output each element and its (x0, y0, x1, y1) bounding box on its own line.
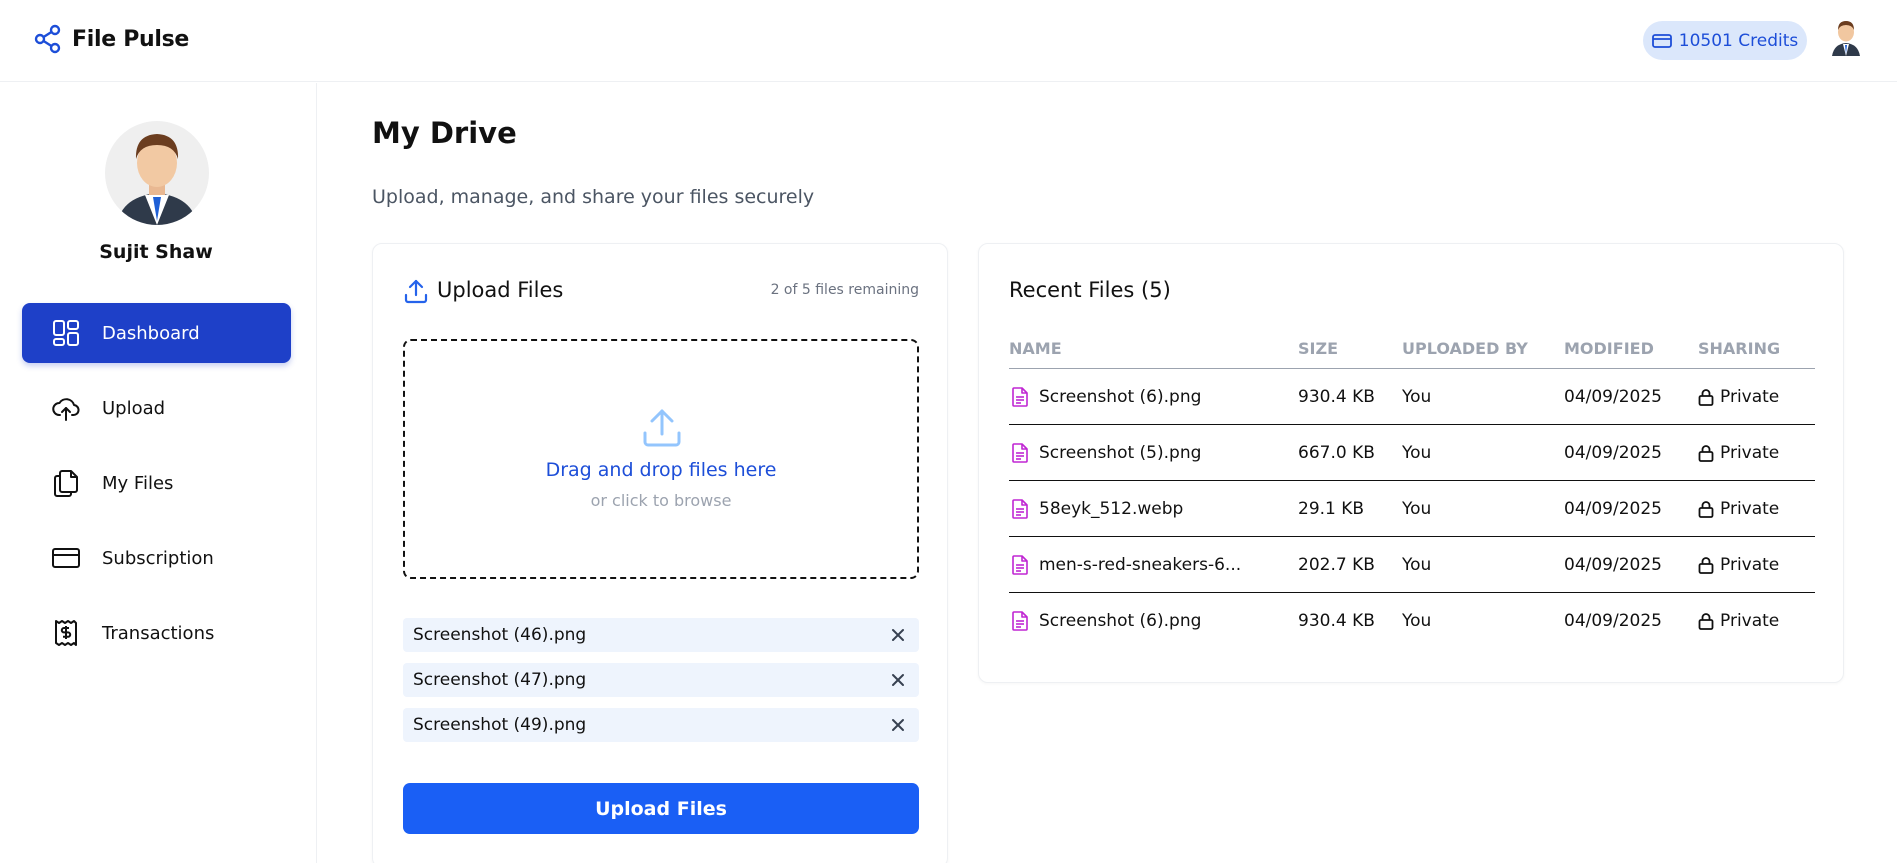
file-icon (1012, 499, 1028, 519)
upload-title: Upload Files (437, 278, 564, 302)
file-icon (1012, 555, 1028, 575)
files-icon (54, 470, 78, 497)
file-uploaded-by: You (1402, 555, 1432, 575)
profile-name: Sujit Shaw (99, 241, 213, 263)
page-title: My Drive (372, 116, 517, 150)
column-header-size[interactable]: Size (1298, 339, 1338, 358)
lock-icon (1698, 613, 1714, 630)
table-row[interactable]: men-s-red-sneakers-6... 202.7 KB You 04/… (1009, 537, 1815, 593)
pending-file-name: Screenshot (46).png (413, 625, 587, 645)
sidebar-item-label: Transactions (102, 622, 215, 644)
lock-icon (1698, 445, 1714, 462)
file-uploaded-by: You (1402, 611, 1432, 631)
sidebar-item-label: Upload (102, 397, 166, 419)
file-modified: 04/09/2025 (1564, 611, 1662, 631)
top-header: File Pulse 10501 Credits (0, 0, 1897, 82)
file-size: 930.4 KB (1298, 611, 1375, 631)
cloud-upload-icon (52, 398, 80, 421)
file-sharing[interactable]: Private (1720, 611, 1779, 631)
credit-card-icon (1651, 33, 1672, 48)
pending-file-name: Screenshot (47).png (413, 670, 587, 690)
file-name[interactable]: men-s-red-sneakers-6... (1039, 555, 1241, 575)
table-row[interactable]: Screenshot (6).png 930.4 KB You 04/09/20… (1009, 593, 1815, 649)
sidebar-item-label: My Files (102, 472, 174, 494)
pending-file: Screenshot (47).png (403, 663, 919, 697)
close-icon[interactable] (889, 671, 907, 689)
table-header: Name Size Uploaded By Modified Sharing (1009, 329, 1815, 369)
file-icon (1012, 387, 1028, 407)
file-uploaded-by: You (1402, 443, 1432, 463)
file-size: 930.4 KB (1298, 387, 1375, 407)
recent-files-table: Name Size Uploaded By Modified Sharing S… (1009, 329, 1815, 649)
sidebar-item-transactions[interactable]: Transactions (22, 603, 291, 663)
credit-card-icon (52, 548, 80, 568)
file-modified: 04/09/2025 (1564, 499, 1662, 519)
file-modified: 04/09/2025 (1564, 387, 1662, 407)
dropzone-hint: or click to browse (590, 491, 732, 510)
dashboard-icon (53, 320, 79, 346)
table-row[interactable]: 58eyk_512.webp 29.1 KB You 04/09/2025 Pr… (1009, 481, 1815, 537)
share-icon (34, 24, 61, 54)
close-icon[interactable] (889, 626, 907, 644)
app-name: File Pulse (72, 26, 190, 52)
pending-file: Screenshot (49).png (403, 708, 919, 742)
file-sharing[interactable]: Private (1720, 555, 1779, 575)
upload-icon (643, 409, 681, 447)
sidebar-item-subscription[interactable]: Subscription (22, 528, 291, 588)
file-sharing[interactable]: Private (1720, 387, 1779, 407)
upload-card: Upload Files 2 of 5 files remaining Drag… (372, 243, 948, 863)
lock-icon (1698, 557, 1714, 574)
receipt-icon (55, 620, 77, 646)
sidebar-item-dashboard[interactable]: Dashboard (22, 303, 291, 363)
sidebar-item-upload[interactable]: Upload (22, 378, 291, 438)
sidebar: Sujit Shaw Dashboard Upload My Files Sub… (0, 83, 317, 863)
sidebar-item-label: Dashboard (102, 322, 200, 344)
file-name[interactable]: Screenshot (6).png (1039, 387, 1201, 407)
file-sharing[interactable]: Private (1720, 499, 1779, 519)
table-row[interactable]: Screenshot (6).png 930.4 KB You 04/09/20… (1009, 369, 1815, 425)
file-size: 29.1 KB (1298, 499, 1365, 519)
lock-icon (1698, 501, 1714, 518)
column-header-name[interactable]: Name (1009, 339, 1062, 358)
close-icon[interactable] (889, 716, 907, 734)
profile-avatar[interactable] (105, 121, 209, 225)
table-row[interactable]: Screenshot (5).png 667.0 KB You 04/09/20… (1009, 425, 1815, 481)
file-name[interactable]: Screenshot (5).png (1039, 443, 1201, 463)
file-uploaded-by: You (1402, 499, 1432, 519)
file-size: 202.7 KB (1298, 555, 1375, 575)
sidebar-item-label: Subscription (102, 547, 214, 569)
page-subtitle: Upload, manage, and share your files sec… (372, 186, 815, 208)
upload-icon (404, 279, 428, 304)
file-size: 667.0 KB (1298, 443, 1375, 463)
file-icon (1012, 443, 1028, 463)
recent-files-title: Recent Files (5) (1009, 278, 1171, 302)
recent-files-card: Recent Files (5) Name Size Uploaded By M… (978, 243, 1844, 683)
brand[interactable]: File Pulse (34, 24, 189, 54)
column-header-modified[interactable]: Modified (1564, 339, 1654, 358)
lock-icon (1698, 389, 1714, 406)
file-uploaded-by: You (1402, 387, 1432, 407)
pending-file: Screenshot (46).png (403, 618, 919, 652)
sidebar-item-my-files[interactable]: My Files (22, 453, 291, 513)
upload-files-button[interactable]: Upload Files (403, 783, 919, 834)
pending-file-name: Screenshot (49).png (413, 715, 587, 735)
file-sharing[interactable]: Private (1720, 443, 1779, 463)
files-remaining: 2 of 5 files remaining (770, 282, 919, 298)
credits-label: 10501 Credits (1678, 30, 1799, 51)
file-name[interactable]: Screenshot (6).png (1039, 611, 1201, 631)
file-modified: 04/09/2025 (1564, 443, 1662, 463)
column-header-uploaded-by[interactable]: Uploaded By (1402, 339, 1528, 358)
column-header-sharing[interactable]: Sharing (1698, 339, 1780, 358)
dropzone[interactable]: Drag and drop files here or click to bro… (403, 339, 919, 579)
file-name[interactable]: 58eyk_512.webp (1039, 499, 1183, 519)
credits-badge[interactable]: 10501 Credits (1643, 21, 1807, 60)
dropzone-label: Drag and drop files here (545, 459, 777, 481)
avatar[interactable] (1829, 18, 1863, 56)
file-icon (1012, 611, 1028, 631)
file-modified: 04/09/2025 (1564, 555, 1662, 575)
